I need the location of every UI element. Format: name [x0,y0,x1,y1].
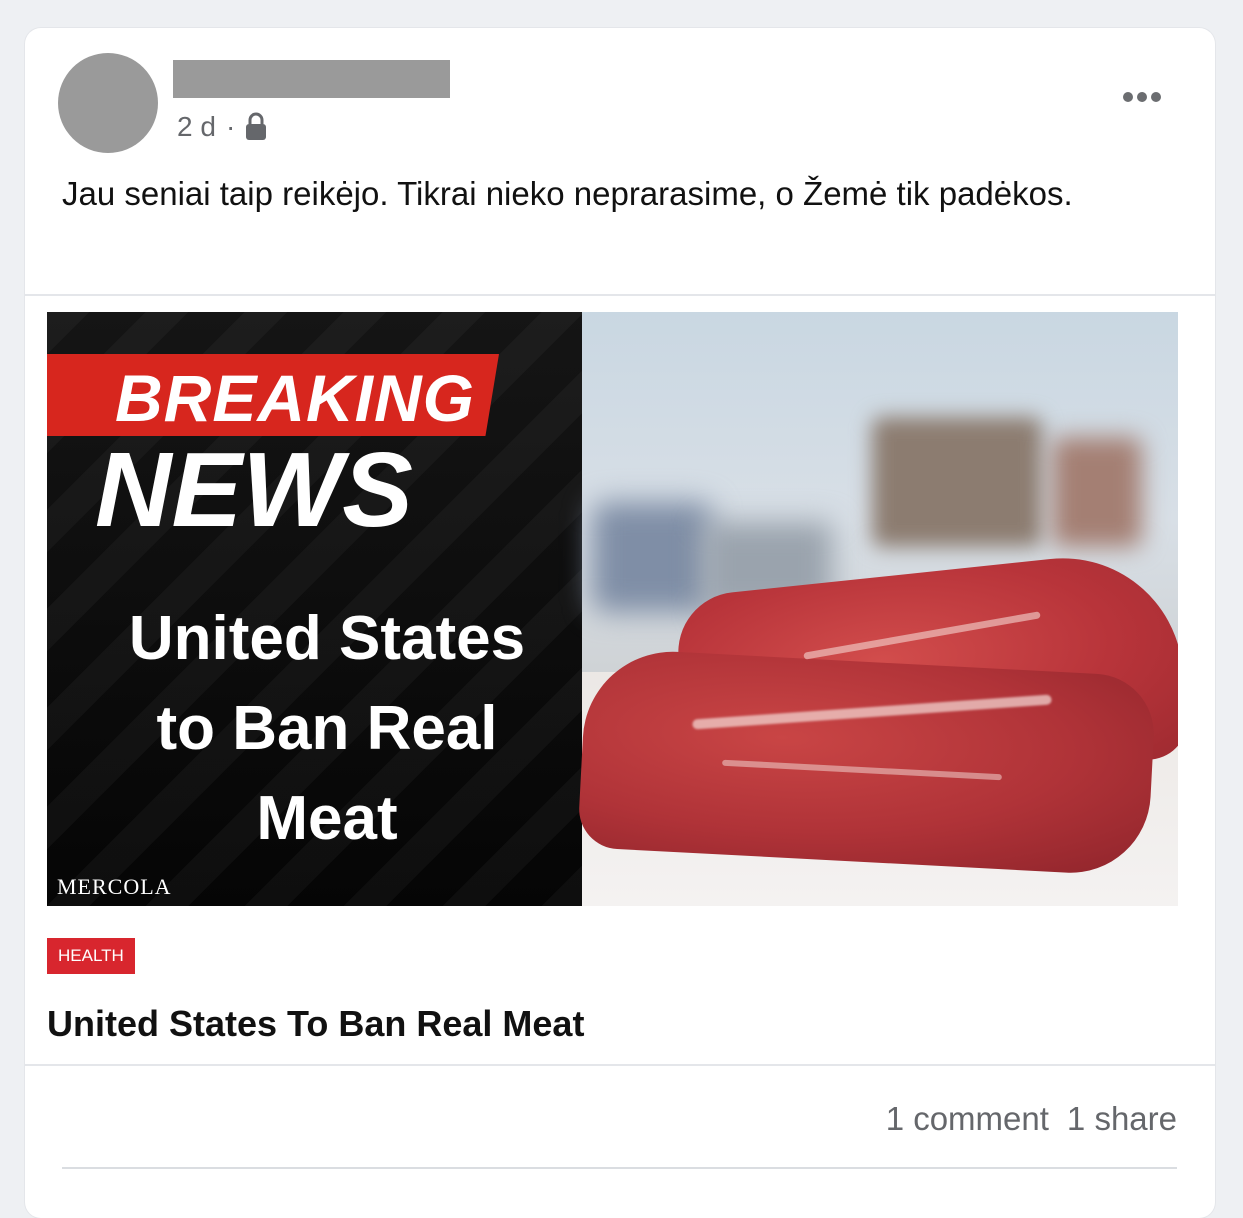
breaking-label: BREAKING [115,361,476,435]
news-label: NEWS [95,431,413,549]
more-horizontal-icon[interactable] [1123,88,1167,106]
post-stats: 1 comment 1 share [886,1100,1177,1138]
link-preview-image[interactable]: BREAKING NEWS United States to Ban Real … [47,312,1178,906]
comment-count[interactable]: 1 comment [886,1100,1049,1138]
post-text: Jau seniai taip reikėjo. Tikrai nieko ne… [62,175,1073,212]
category-tag[interactable]: HEALTH [47,938,135,974]
meta-separator: · [225,111,236,142]
breaking-news-graphic: BREAKING NEWS United States to Ban Real … [47,312,582,906]
post-time[interactable]: 2 d [177,111,216,143]
link-title[interactable]: United States To Ban Real Meat [47,1003,584,1045]
raw-meat-photo [577,312,1178,906]
brand-logo: MERCOLA [57,874,172,899]
image-headline: United States to Ban Real Meat [47,594,607,864]
avatar[interactable] [58,53,158,153]
image-headline-line: United States [128,604,526,673]
post-card: 2 d · Jau seniai taip reikėjo. Tikrai ni… [25,28,1215,1218]
divider [62,1167,1177,1169]
share-count[interactable]: 1 share [1067,1100,1177,1138]
image-headline-line: to Ban Real [156,694,498,763]
divider [25,1064,1215,1066]
lock-icon [243,111,269,143]
divider [25,294,1215,296]
image-headline-line: Meat [256,784,398,853]
redacted-author-name [173,60,450,98]
post-meta: 2 d · [177,110,269,144]
